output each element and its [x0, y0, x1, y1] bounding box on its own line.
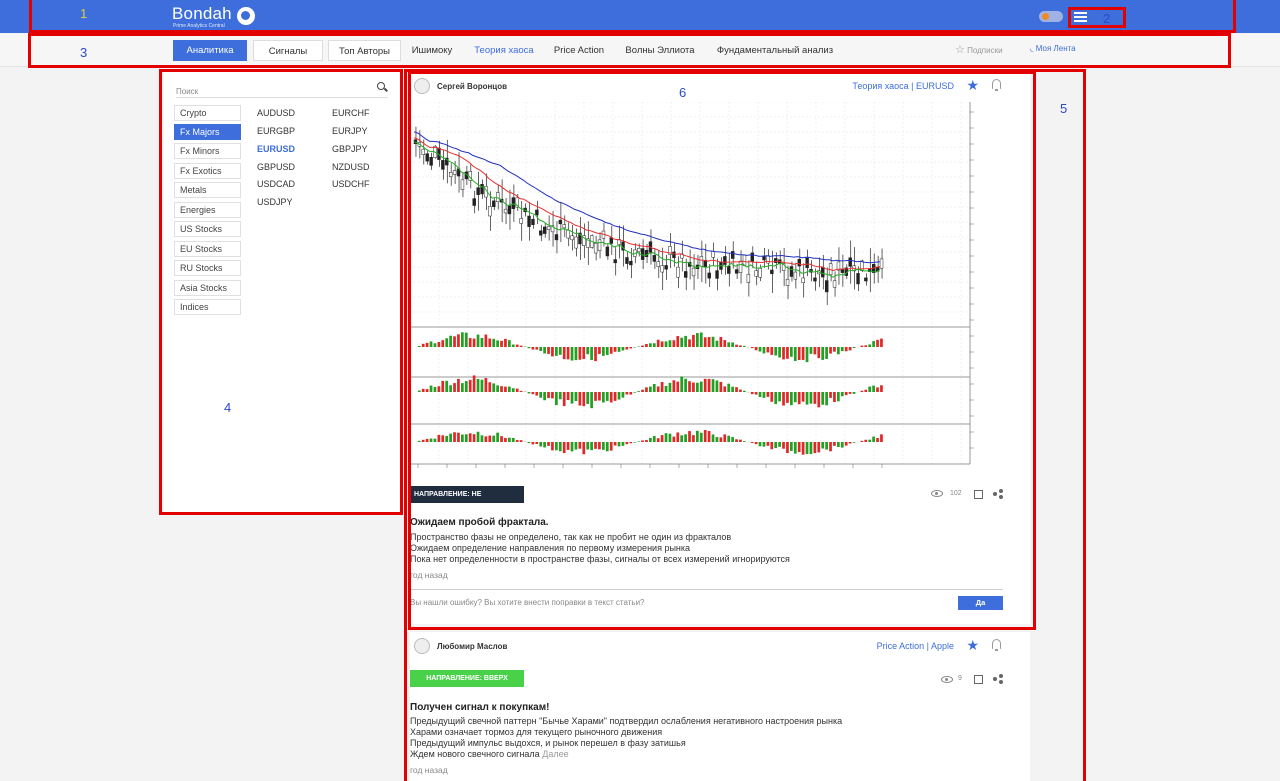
annotation-frame-3 — [28, 33, 1231, 68]
annotation-frame-4 — [159, 69, 403, 515]
annotation-label: 4 — [224, 400, 232, 415]
annotation-label: 3 — [80, 45, 88, 60]
annotation-label: 6 — [679, 85, 687, 100]
annotation-frame-6 — [408, 71, 1036, 630]
annotation-label: 1 — [80, 6, 88, 21]
annotation-frame-1 — [29, 0, 1236, 33]
annotation-frame-2 — [1068, 7, 1126, 28]
annotation-label: 2 — [1103, 11, 1111, 26]
annotation-label: 5 — [1060, 101, 1068, 116]
